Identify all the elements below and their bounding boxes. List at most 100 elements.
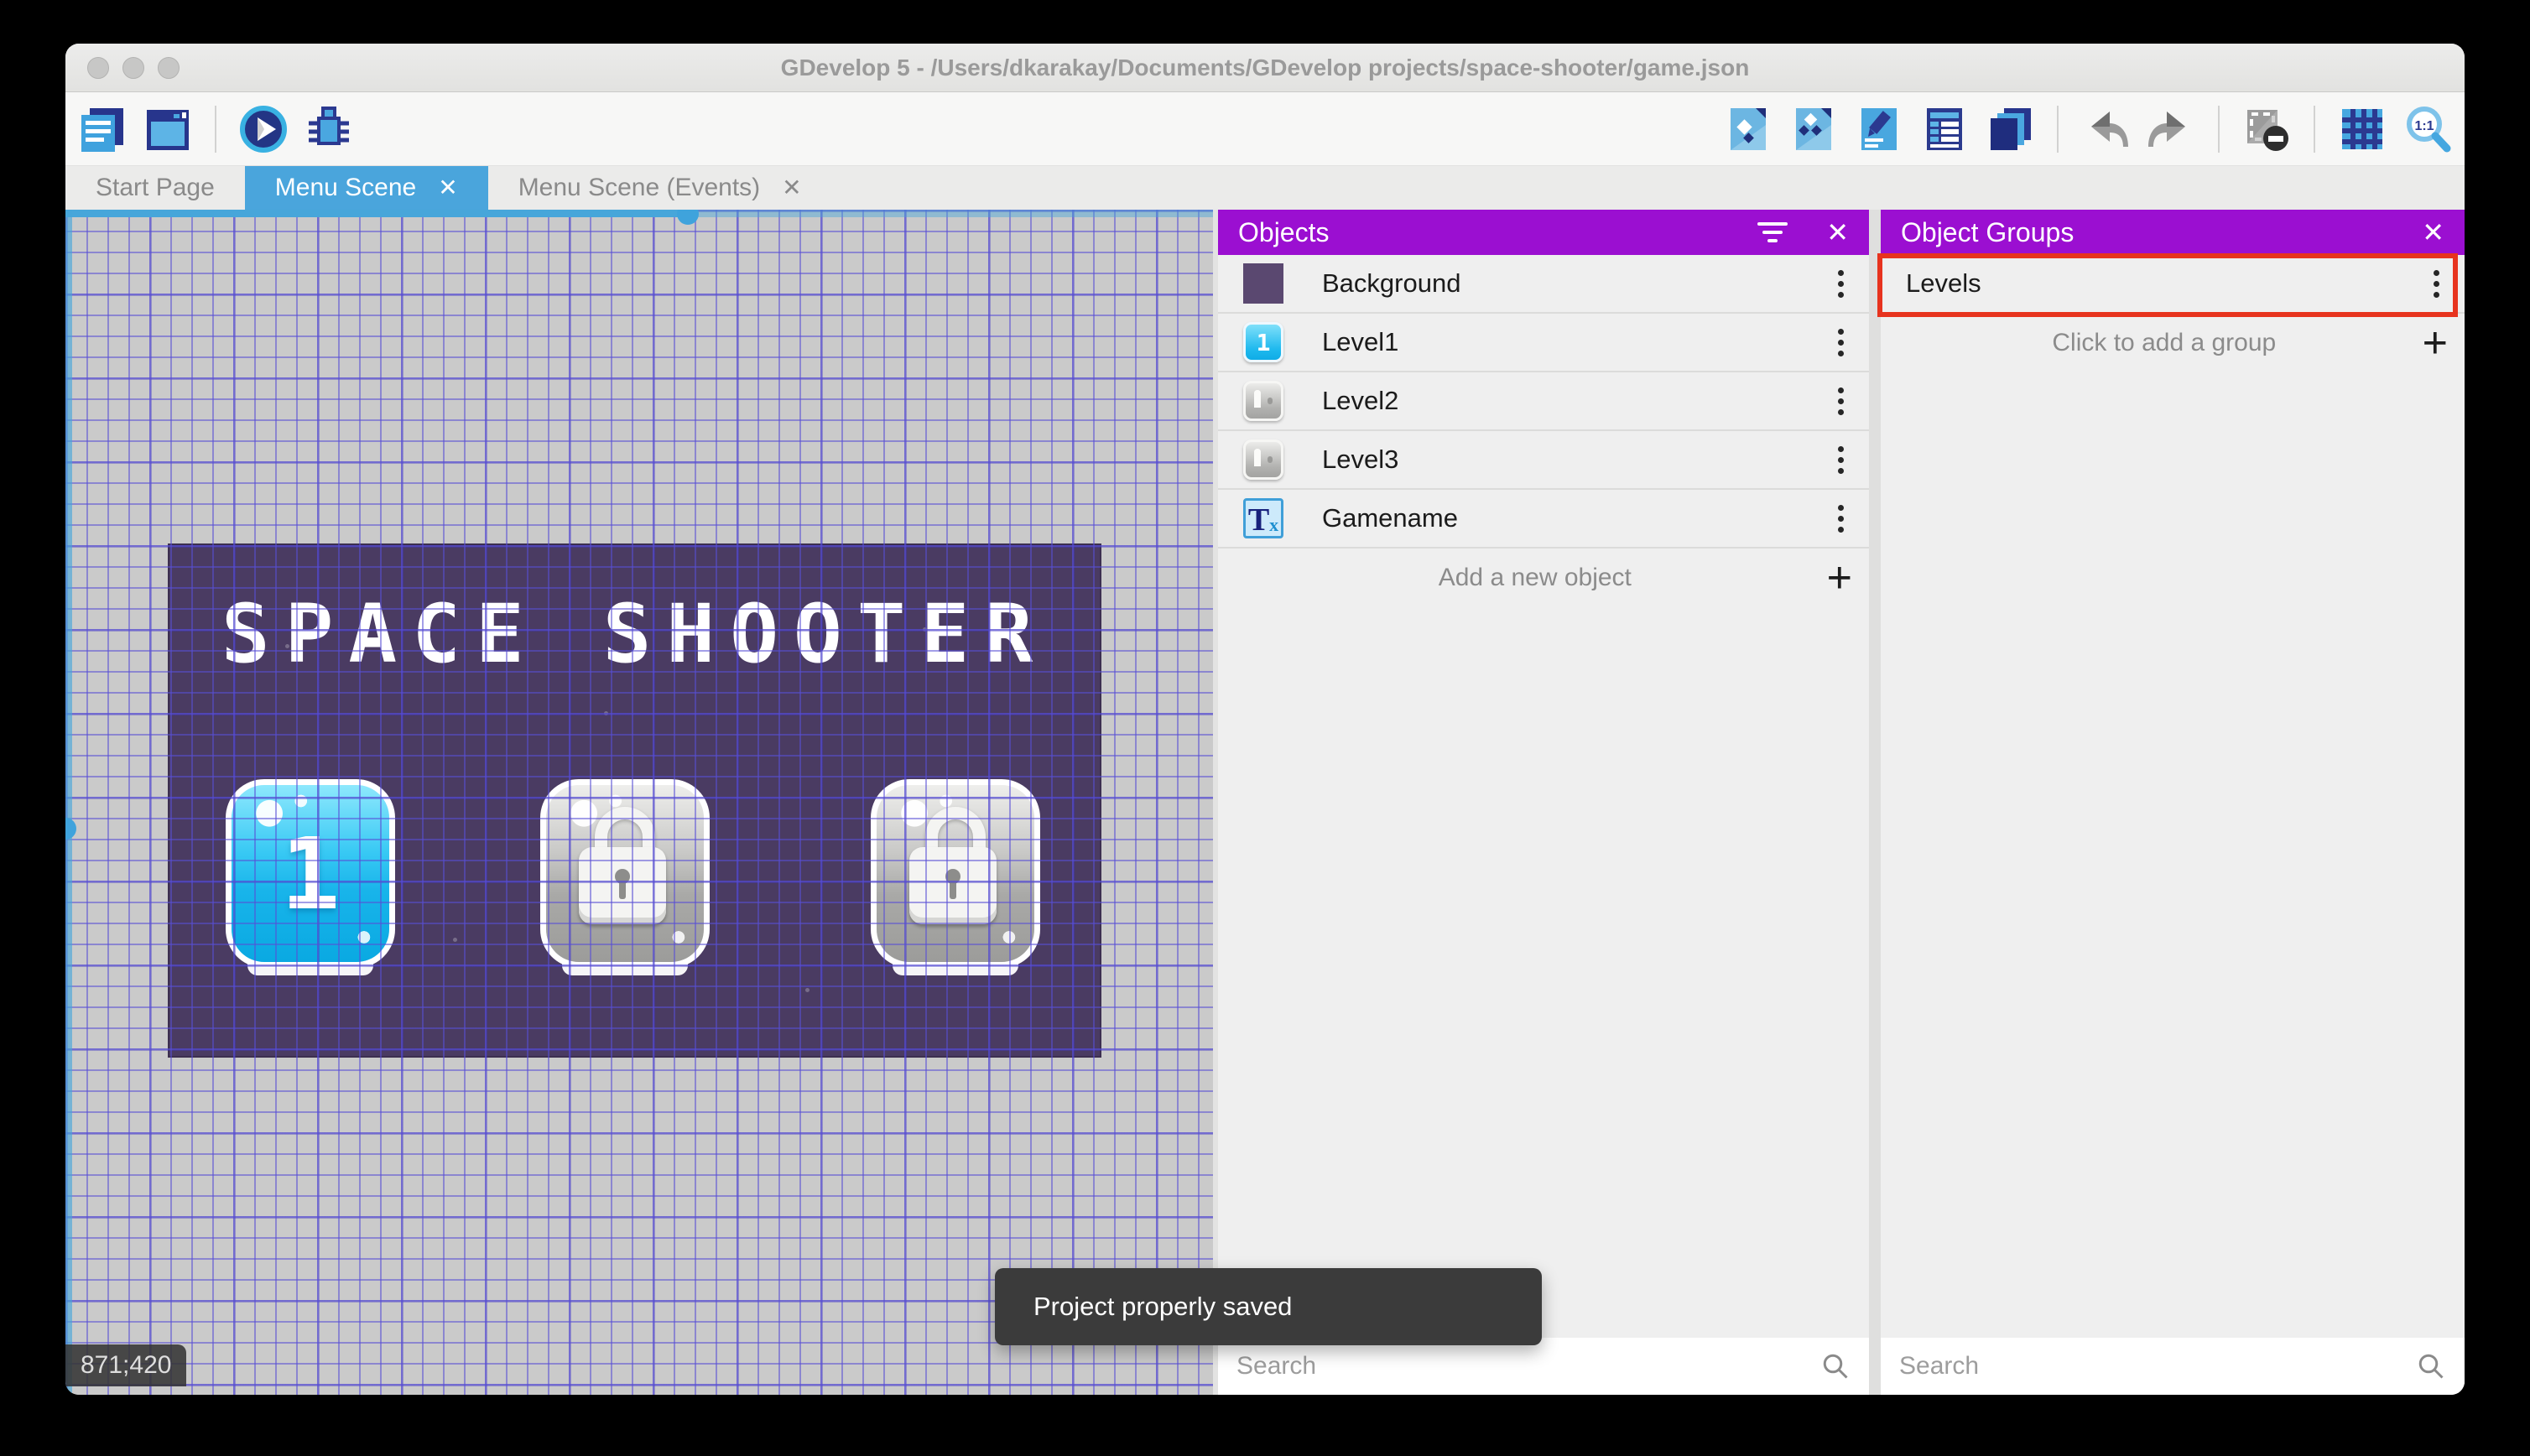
zoom-original-icon: 1:1 [2407,106,2451,152]
group-menu-icon[interactable] [2425,265,2448,303]
tab-menu-scene-events[interactable]: Menu Scene (Events) ✕ [488,166,832,210]
add-group-label: Click to add a group [2052,329,2277,356]
groups-panel-header: Object Groups ✕ [1881,210,2465,255]
render-mask-icon [2247,109,2288,151]
add-group-row[interactable]: Click to add a group + [1881,314,2465,372]
toolbar-left-group [77,92,354,165]
tab-menu-scene[interactable]: Menu Scene ✕ [244,166,488,210]
project-manager-button[interactable] [77,104,128,154]
tab-close-icon[interactable]: ✕ [782,176,801,200]
star-decoration [805,988,809,992]
zoom-original-button[interactable]: 1:1 [2402,104,2453,154]
gamename-instance[interactable]: SPACE SHOOTER [168,587,1101,681]
object-label: Level1 [1322,327,1399,356]
open-object-groups-editor-button[interactable] [1788,104,1839,154]
group-row-levels[interactable]: Levels [1881,255,2465,314]
redo-button[interactable] [2146,104,2196,154]
debug-icon [309,106,349,145]
cursor-coordinates: 871;420 [65,1344,187,1386]
tab-start-page[interactable]: Start Page [65,166,245,210]
object-groups-panel: Object Groups ✕ Levels Click to add a gr… [1877,210,2465,1395]
toolbar-divider [2314,105,2315,153]
open-properties-button[interactable] [1854,104,1904,154]
content-area: SPACE SHOOTER 1 871;420 Objects ✕ Backgr… [65,210,2465,1395]
plus-icon[interactable]: + [1827,556,1852,600]
close-window-button[interactable] [87,56,109,79]
level1-button-instance[interactable]: 1 [226,779,395,975]
level3-thumbnail [1243,439,1283,480]
object-row-gamename[interactable]: Tx Gamename [1218,490,1869,549]
toolbar-right-group: 1:1 [1723,92,2453,165]
properties-icon [1861,107,1897,150]
level3-button-instance[interactable] [871,779,1040,975]
toggle-window-mask-button[interactable] [2241,104,2292,154]
selection-handle-top[interactable] [677,210,699,225]
toggle-grid-button[interactable] [2337,104,2387,154]
background-thumbnail [1243,263,1283,304]
tab-close-icon[interactable]: ✕ [438,176,457,200]
objects-search-row [1218,1338,1869,1395]
open-layers-editor-button[interactable] [1985,104,2035,154]
toolbar: 1:1 [65,92,2465,166]
gamename-thumbnail: Tx [1243,498,1283,538]
toast-message: Project properly saved [1033,1292,1293,1321]
panel-divider [1869,210,1881,1395]
object-menu-icon[interactable] [1830,382,1852,420]
level1-number: 1 [280,815,341,932]
svg-text:1:1: 1:1 [2414,119,2434,133]
lock-icon [909,807,1002,924]
undo-icon [2091,111,2128,147]
object-row-level1[interactable]: 1 Level1 [1218,314,1869,372]
selection-edge-top [65,210,688,217]
launch-preview-button[interactable] [238,104,289,154]
scene-editor-canvas[interactable]: SPACE SHOOTER 1 871;420 [65,210,1213,1395]
debugger-button[interactable] [304,104,354,154]
close-icon[interactable]: ✕ [1826,219,1849,246]
level2-button-instance[interactable] [540,779,710,975]
add-object-label: Add a new object [1438,564,1632,591]
toolbar-divider [2218,105,2220,153]
toolbar-divider [215,105,216,153]
groups-search-input[interactable] [1899,1352,2416,1381]
open-objects-editor-button[interactable] [1723,104,1773,154]
layers-icon [1991,107,2031,150]
object-row-level2[interactable]: Level2 [1218,372,1869,431]
close-icon[interactable]: ✕ [2422,219,2444,246]
open-instances-list-button[interactable] [1919,104,1970,154]
object-menu-icon[interactable] [1830,500,1852,538]
background-instance[interactable]: SPACE SHOOTER 1 [168,543,1101,1058]
object-row-background[interactable]: Background [1218,255,1869,314]
screenshot-stage: GDevelop 5 - /Users/dkarakay/Documents/G… [0,0,2530,1456]
object-label: Background [1322,268,1461,298]
instances-list-icon [1927,107,1962,150]
selection-handle-left[interactable] [65,818,76,840]
undo-button[interactable] [2080,104,2131,154]
maximize-window-button[interactable] [158,56,180,79]
tab-label: Menu Scene [274,174,417,201]
object-row-level3[interactable]: Level3 [1218,431,1869,490]
redo-icon [2148,111,2185,147]
star-decoration [453,938,457,942]
search-icon [1823,1354,1848,1379]
filter-icon[interactable] [1757,222,1788,242]
object-label: Level2 [1322,386,1399,415]
toolbar-divider [2057,105,2059,153]
selection-edge-top-faded [688,210,1213,217]
objects-search-input[interactable] [1236,1352,1820,1381]
minimize-window-button[interactable] [122,56,144,79]
star-decoration [604,711,608,715]
plus-icon[interactable]: + [2423,321,2448,365]
open-preview-window-button[interactable] [143,104,193,154]
level1-thumbnail: 1 [1243,322,1283,362]
objects-panel: Objects ✕ Background 1 Level1 Level2 Lev… [1218,210,1869,1395]
object-menu-icon[interactable] [1830,324,1852,361]
object-menu-icon[interactable] [1830,441,1852,479]
object-menu-icon[interactable] [1830,265,1852,303]
group-label: Levels [1906,268,1981,298]
add-object-row[interactable]: Add a new object + [1218,549,1869,607]
object-groups-editor-icon [1796,107,1831,150]
selection-edge-left [65,210,72,1395]
window-title: GDevelop 5 - /Users/dkarakay/Documents/G… [780,54,1750,81]
gdevelop-window: GDevelop 5 - /Users/dkarakay/Documents/G… [65,44,2465,1395]
tab-label: Start Page [96,174,215,201]
